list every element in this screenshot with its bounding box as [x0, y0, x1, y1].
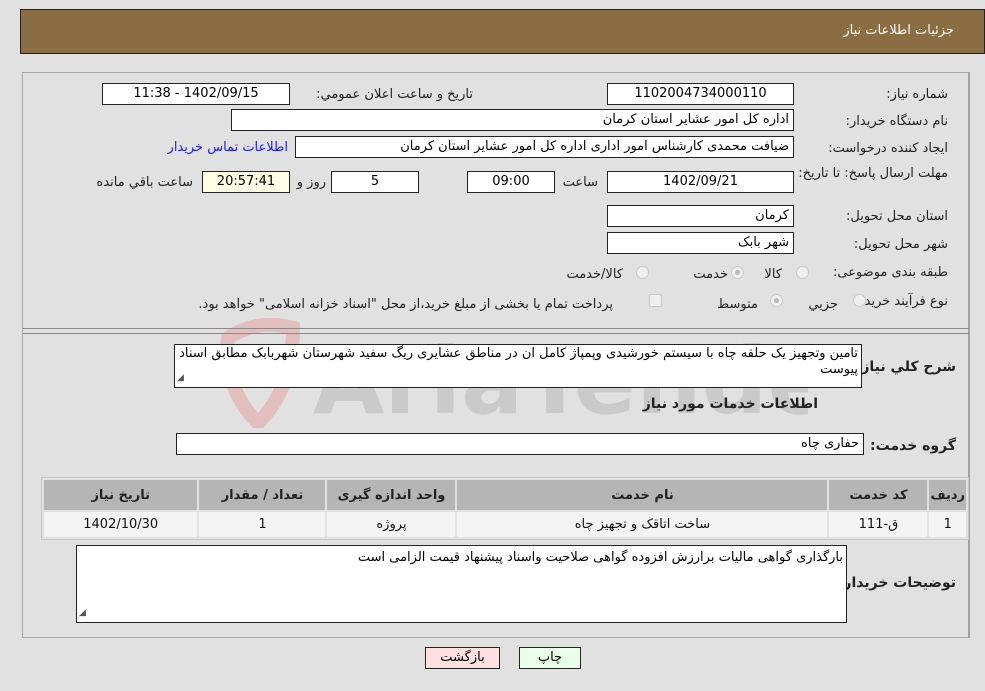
table-row: 1 ق-111 ساخت اتاقک و تجهیز چاه پروژه 1 1… [44, 512, 966, 537]
col-unit: واحد اندازه گیری [327, 480, 456, 510]
divider [23, 328, 969, 329]
treasury-note: پرداخت تمام یا بخشی از مبلغ خرید،از محل … [198, 297, 613, 312]
page-header: جزئیات اطلاعات نیاز [20, 9, 985, 54]
resize-grip-icon[interactable]: ◢ [79, 605, 86, 621]
buyer-notes-label: توضیحات خریدار: [837, 575, 956, 591]
description-text: تامین وتجهیز یک حلقه چاه با سیستم خورشید… [179, 346, 858, 377]
buyer-notes-textarea[interactable]: بارگذاری گواهی مالیات برارزش افزوده گواه… [76, 545, 847, 623]
deadline-label: مهلت ارسال پاسخ: تا تاریخ: [798, 166, 948, 181]
back-button[interactable]: بازگشت [425, 647, 500, 669]
requester-label: ایجاد کننده درخواست: [828, 141, 948, 156]
print-button[interactable]: چاپ [519, 647, 581, 669]
city-label: شهر محل تحویل: [853, 237, 948, 252]
cell-need-date: 1402/10/30 [44, 512, 198, 537]
category-radio-goods-service[interactable] [636, 266, 649, 279]
days-label: روز و [296, 175, 326, 190]
buyer-notes-text: بارگذاری گواهی مالیات برارزش افزوده گواه… [357, 550, 843, 565]
cell-service-name: ساخت اتاقک و تجهیز چاه [457, 512, 828, 537]
category-label: طبقه بندی موضوعی: [832, 265, 948, 280]
service-group-label: گروه خدمت: [870, 438, 956, 454]
treasury-checkbox[interactable] [649, 294, 662, 307]
details-panel: AriaTender.neT شماره نیاز: 1102004734000… [22, 72, 970, 638]
page-title: جزئیات اطلاعات نیاز [843, 23, 954, 38]
description-textarea[interactable]: تامین وتجهیز یک حلقه چاه با سیستم خورشید… [174, 344, 862, 388]
col-service-code: کد خدمت [829, 480, 928, 510]
remaining-time-field: 20:57:41 [202, 171, 290, 193]
services-section-title: اطلاعات خدمات مورد نیاز [642, 396, 818, 412]
col-service-name: نام خدمت [457, 480, 828, 510]
city-field: شهر بابک [607, 232, 794, 254]
buyer-contact-link[interactable]: اطلاعات تماس خریدار [168, 140, 288, 155]
cell-unit: پروژه [327, 512, 456, 537]
announce-datetime-field: 1402/09/15 - 11:38 [102, 83, 290, 105]
cell-service-code: ق-111 [829, 512, 928, 537]
category-radio-service[interactable] [731, 266, 744, 279]
process-option-medium: متوسط [717, 297, 758, 312]
category-option-service: خدمت [693, 267, 728, 282]
deadline-time-label: ساعت [562, 175, 598, 190]
category-option-goods-service: کالا/خدمت [566, 267, 623, 282]
process-radio-minor[interactable] [853, 294, 866, 307]
announce-label: تاریخ و ساعت اعلان عمومي: [316, 87, 473, 102]
process-radio-medium[interactable] [770, 294, 783, 307]
service-group-field: حفاری چاه [176, 433, 864, 455]
col-row-number: رديف [929, 480, 966, 510]
need-number-label: شماره نیاز: [886, 87, 948, 102]
col-quantity: تعداد / مقدار [199, 480, 326, 510]
process-type-label: نوع فرآیند خرید : [856, 294, 948, 309]
category-option-goods: کالا [764, 267, 782, 282]
resize-grip-icon[interactable]: ◢ [177, 370, 184, 386]
deadline-time-field: 09:00 [467, 171, 555, 193]
description-label: شرح کلي نياز: [855, 359, 956, 375]
remaining-time-label: ساعت باقي مانده [96, 175, 193, 190]
province-label: استان محل تحویل: [846, 209, 948, 224]
requester-field: ضیافت محمدی کارشناس امور اداری اداره کل … [295, 136, 794, 158]
divider [23, 333, 969, 334]
table-header-row: رديف کد خدمت نام خدمت واحد اندازه گیری ت… [44, 480, 966, 510]
cell-row-number: 1 [929, 512, 966, 537]
services-table: رديف کد خدمت نام خدمت واحد اندازه گیری ت… [41, 477, 969, 540]
col-need-date: تاریخ نیاز [44, 480, 198, 510]
category-radio-goods[interactable] [796, 266, 809, 279]
need-number-field: 1102004734000110 [607, 83, 794, 105]
buyer-org-label: نام دستگاه خریدار: [845, 114, 948, 129]
days-remaining-field: 5 [331, 171, 419, 193]
province-field: کرمان [607, 205, 794, 227]
process-option-minor: جزيي [808, 297, 838, 312]
buyer-org-field: اداره کل امور عشایر استان کرمان [231, 109, 794, 131]
cell-quantity: 1 [199, 512, 326, 537]
deadline-date-field: 1402/09/21 [607, 171, 794, 193]
